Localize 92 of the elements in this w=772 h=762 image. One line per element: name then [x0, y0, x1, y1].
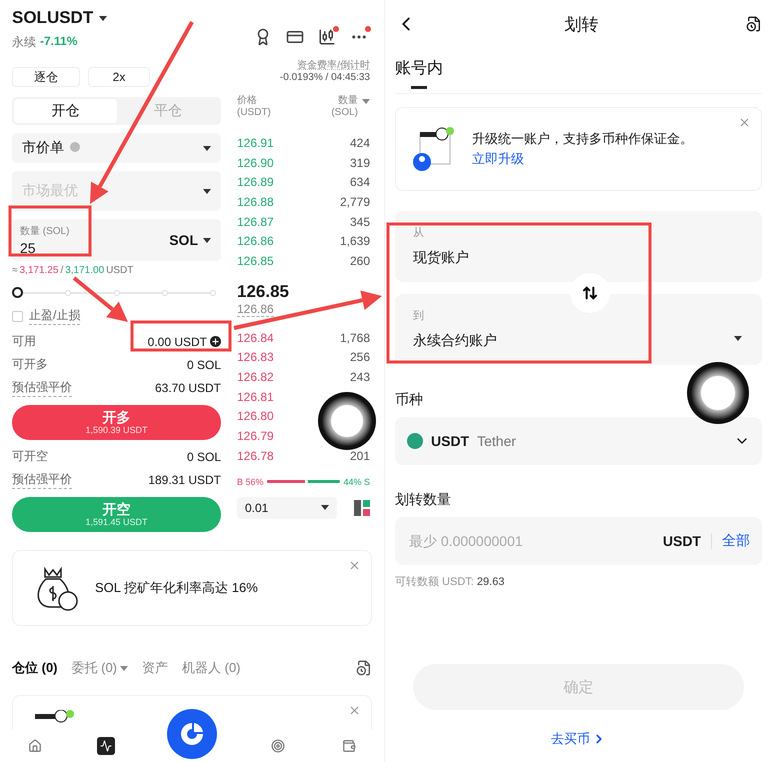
wallet-illustration — [35, 710, 75, 724]
leverage-chip[interactable]: 2x — [88, 67, 150, 87]
position-tab[interactable]: 资产 — [142, 659, 168, 677]
market-icon[interactable] — [96, 737, 115, 755]
position-tab[interactable]: 仓位 (0) — [12, 659, 58, 677]
checkbox-label: 止盈/止损 — [29, 307, 80, 325]
buy-ratio: B 56% — [237, 476, 264, 487]
position-tab[interactable]: 机器人 (0) — [182, 659, 240, 677]
symbol-title: SOLUSDT — [12, 8, 94, 28]
field-value: 189.31 USDT — [148, 472, 221, 486]
precision-dropdown[interactable]: 0.01 — [237, 496, 337, 519]
price-cell: 126.80 — [237, 409, 274, 424]
price-cell: 126.86 — [237, 234, 274, 248]
buy-coin-link[interactable]: 去买币 — [551, 730, 606, 748]
candlestick-icon[interactable] — [318, 28, 336, 46]
banner-text: 升级统一账户，支持多币种作保证金。 — [472, 130, 693, 148]
swap-icon — [582, 285, 598, 301]
field-label: 可用 — [12, 333, 36, 350]
checkbox[interactable] — [12, 310, 23, 322]
quantity-cell: 424 — [350, 136, 370, 150]
price-cell: 126.81 — [237, 390, 274, 404]
order-type-dropdown[interactable]: 市价单 — [12, 133, 221, 163]
quantity-cell: 2,779 — [340, 194, 370, 209]
close-icon[interactable] — [348, 704, 361, 717]
all-link[interactable]: 全部 — [722, 532, 750, 550]
price-cell: 126.83 — [237, 350, 274, 364]
field-value: 0.00 USDT — [148, 334, 221, 348]
margin-mode-chip[interactable]: 逐仓 — [12, 67, 80, 87]
section-label: 币种 — [395, 391, 424, 409]
upgrade-link[interactable]: 立即升级 — [472, 149, 693, 169]
close-icon[interactable] — [348, 559, 361, 572]
quantity-field[interactable]: 数量 (SOL) 25 SOL — [12, 219, 221, 261]
pie-icon — [178, 721, 205, 747]
price-cell: 126.78 — [237, 448, 274, 463]
card-icon[interactable] — [286, 28, 304, 46]
price-change: -7.11% — [40, 34, 78, 50]
quantity-cell: 243 — [350, 370, 370, 384]
open-long-button[interactable]: 开多 1,590.39 USDT — [12, 405, 221, 440]
position-tab[interactable]: 委托 (0) — [72, 659, 128, 677]
amount-field[interactable]: 最少 0.000000001 USDT 全部 — [395, 517, 762, 565]
available-text: 可转数额 USDT: 29.63 — [395, 574, 506, 589]
page-title: 划转 — [564, 14, 598, 36]
price-cell: 126.85 — [237, 254, 274, 268]
close-icon[interactable] — [738, 116, 751, 129]
promo-text: SOL 挖矿年化利率高达 16% — [95, 579, 258, 597]
quantity-cell: 1,768 — [340, 330, 370, 345]
price-cell: 126.87 — [237, 214, 274, 229]
column-header: 价格 (USDT) — [237, 95, 271, 120]
price-cell: 126.82 — [237, 370, 274, 384]
sell-ratio: 44% S — [343, 476, 370, 487]
earn-icon[interactable] — [269, 737, 288, 755]
quantity-cell: 256 — [350, 350, 370, 364]
price-cell: 126.88 — [237, 194, 274, 209]
layout-icon[interactable] — [354, 500, 370, 516]
section-label: 划转数量 — [395, 491, 452, 509]
field-label: 预估强平价 — [12, 378, 72, 396]
field-label: 可开多 — [12, 356, 48, 373]
quantity-cell: 201 — [350, 448, 370, 463]
account-tab[interactable]: 账号内 — [395, 58, 443, 93]
quantity-cell: 319 — [350, 156, 370, 170]
price-cell: 126.90 — [237, 156, 274, 170]
coin-dropdown[interactable]: USDT Tether — [395, 417, 762, 465]
price-cell: 126.79 — [237, 429, 274, 444]
quantity-cell: 345 — [350, 214, 370, 229]
document-icon[interactable] — [356, 660, 372, 676]
field-label: 可开空 — [12, 448, 48, 465]
to-account-field[interactable]: 到 永续合约账户 — [395, 294, 762, 365]
estimate-text: ≈ 3,171.25 / 3,171.00 USDT — [12, 264, 134, 277]
funding-value: -0.0193% / 04:45:33 — [278, 72, 370, 84]
caret-icon[interactable] — [99, 16, 108, 20]
field-value: 0 SOL — [186, 450, 221, 464]
unit-label: USDT — [662, 533, 701, 549]
price-cell: 126.89 — [237, 175, 274, 190]
order-tab[interactable]: 开仓 — [14, 99, 116, 123]
field-value: 63.70 USDT — [154, 380, 221, 394]
price-cell: 126.84 — [237, 330, 274, 345]
contract-type: 永续 — [12, 34, 36, 51]
slider-thumb[interactable] — [12, 287, 23, 298]
field-label: 预估强平价 — [12, 470, 72, 488]
from-account-field[interactable]: 从 现货账户 — [395, 211, 762, 282]
quantity-cell: 634 — [350, 175, 370, 190]
funding-label: 资金费率/倒计时 — [296, 60, 370, 72]
quantity-cell: 260 — [350, 254, 370, 268]
last-price: 126.85 — [237, 282, 290, 302]
quantity-cell: 1,639 — [340, 234, 370, 248]
field-value: 0 SOL — [186, 358, 221, 372]
price-cell: 126.91 — [237, 136, 274, 150]
column-header: 数量 (SOL) — [331, 95, 358, 120]
mark-price: 126.86 — [237, 302, 274, 317]
tether-icon — [407, 433, 423, 449]
add-icon[interactable] — [210, 336, 221, 347]
document-icon[interactable] — [746, 16, 762, 32]
